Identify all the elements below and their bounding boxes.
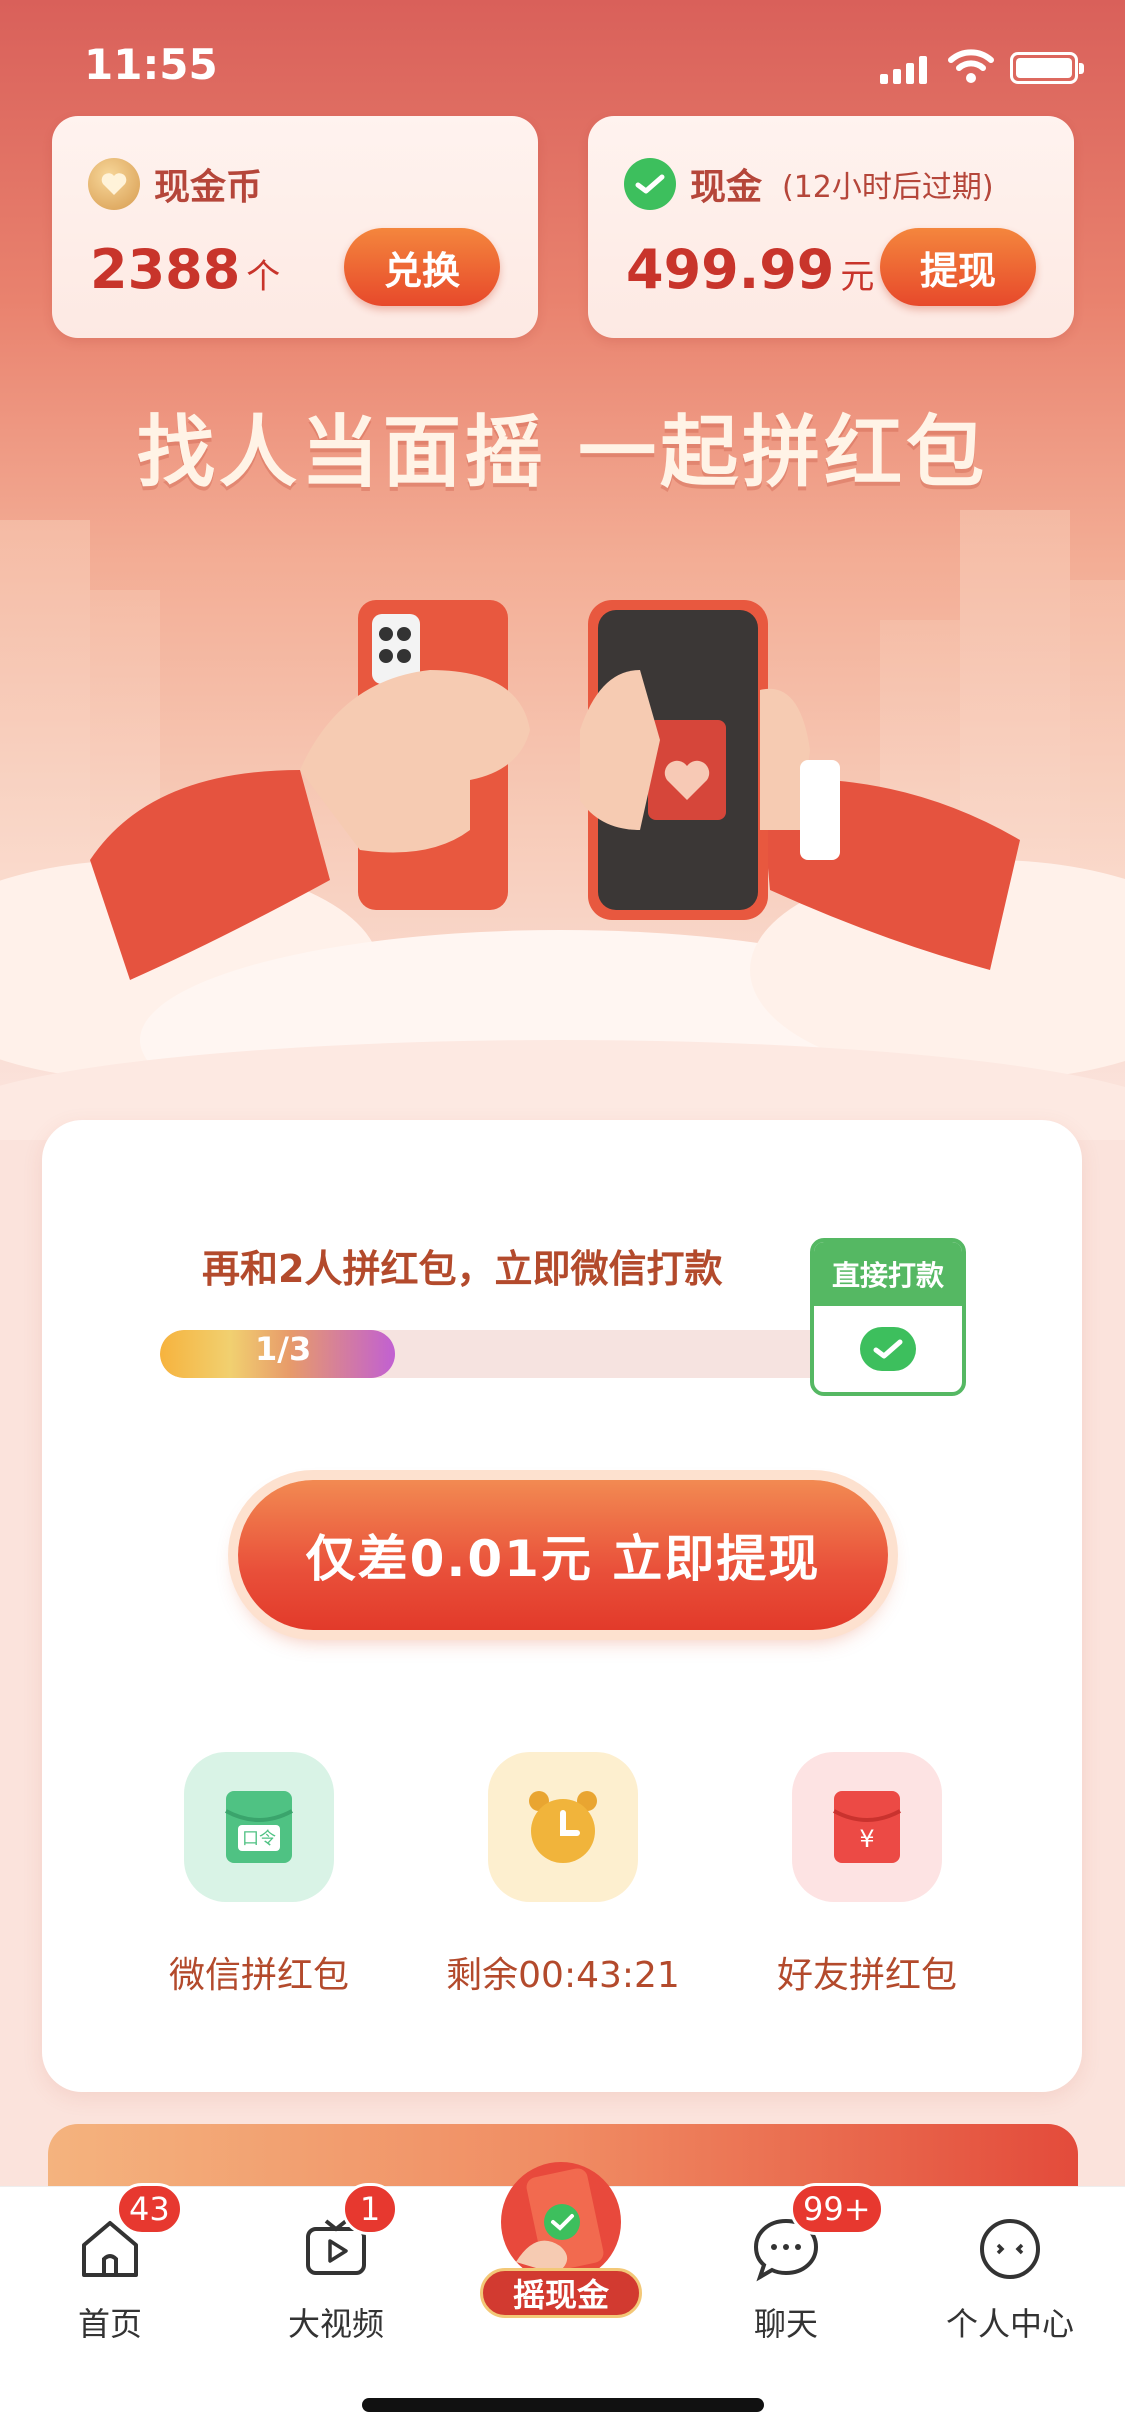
profile-face-icon: [980, 2219, 1040, 2279]
feature-countdown: 剩余00:43:21: [438, 1752, 688, 1998]
tab-chat[interactable]: 99+ 聊天: [696, 2183, 884, 2345]
tab-home-label: 首页: [77, 2305, 142, 2343]
cash-unit: 元: [840, 257, 875, 297]
direct-pay-badge[interactable]: 直接打款: [810, 1238, 966, 1396]
page-headline: 找人当面摇 一起拼红包: [136, 408, 989, 498]
chat-badge: 99+: [790, 2183, 884, 2235]
tab-video[interactable]: 1 大视频: [246, 2183, 426, 2345]
feature-label: 好友拼红包: [776, 1955, 957, 1996]
wifi-icon: [948, 49, 994, 83]
battery-icon: [1010, 52, 1084, 84]
video-badge: 1: [342, 2183, 398, 2235]
coin-card: 现金币 2388 个 兑换: [52, 116, 538, 338]
coin-unit: 个: [246, 257, 281, 297]
status-time: 11:55: [84, 40, 218, 89]
direct-pay-label: 直接打款: [814, 1242, 962, 1306]
cash-value: 499.99: [626, 238, 835, 301]
tab-chat-label: 聊天: [753, 2305, 818, 2343]
feature-icon-text: 口令: [242, 1829, 276, 1849]
friend-redpacket-icon: ¥: [792, 1752, 942, 1902]
tab-shake-label: 摇现金: [480, 2268, 642, 2318]
feature-wechat-redpacket[interactable]: 口令 微信拼红包: [134, 1752, 384, 1998]
tab-profile[interactable]: 个人中心: [920, 2213, 1100, 2345]
wechat-logo-icon: [860, 1327, 916, 1371]
feature-label: 微信拼红包: [168, 1955, 349, 1996]
progress-title: 再和2人拼红包，立即微信打款: [202, 1247, 723, 1291]
cash-expiry-note: (12小时后过期): [782, 170, 994, 205]
feature-friend-redpacket[interactable]: ¥ 好友拼红包: [742, 1752, 992, 1998]
coin-heart-icon: [88, 158, 140, 210]
cash-label: 现金: [690, 167, 763, 208]
shake-phones-illustration: [0, 510, 1125, 1140]
status-bar: 11:55: [0, 0, 1125, 120]
coin-value: 2388: [90, 238, 241, 301]
feature-icon-text: ¥: [859, 1825, 874, 1853]
cash-card: 现金 (12小时后过期) 499.99 元 提现: [588, 116, 1074, 338]
countdown-label: 剩余00:43:21: [446, 1955, 680, 1996]
redpacket-progress-card: 再和2人拼红包，立即微信打款 直接打款 仅差0.01元 立即提现 口令 微信拼红…: [42, 1120, 1082, 2092]
home-badge: 43: [116, 2183, 183, 2235]
withdraw-button[interactable]: 提现: [880, 228, 1036, 306]
alarm-clock-icon: [488, 1752, 638, 1902]
tab-video-label: 大视频: [287, 2305, 384, 2343]
wechat-check-icon: [624, 158, 676, 210]
wechat-redpacket-icon: 口令: [184, 1752, 334, 1902]
progress-text: 1/3: [255, 1330, 312, 1368]
exchange-button[interactable]: 兑换: [344, 228, 500, 306]
home-indicator: [362, 2398, 764, 2412]
tab-profile-label: 个人中心: [945, 2305, 1074, 2343]
tab-home[interactable]: 43 首页: [20, 2183, 200, 2345]
shake-cash-icon: [501, 2162, 621, 2282]
cellular-signal-icon: [880, 56, 928, 84]
tab-shake-cash[interactable]: 摇现金: [476, 2150, 646, 2320]
coin-label: 现金币: [154, 167, 263, 208]
withdraw-now-button[interactable]: 仅差0.01元 立即提现: [238, 1480, 888, 1630]
